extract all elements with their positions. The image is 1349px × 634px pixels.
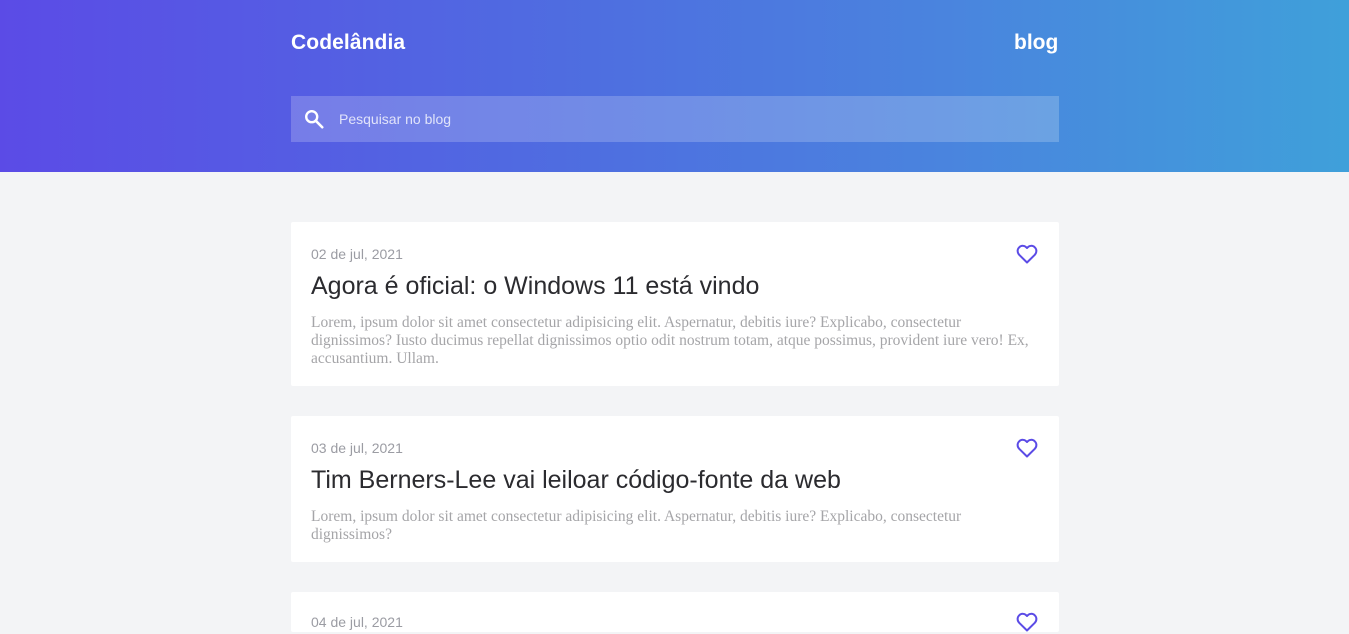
heart-icon[interactable] — [1015, 436, 1039, 460]
post-excerpt: Lorem, ipsum dolor sit amet consectetur … — [311, 508, 962, 543]
heart-icon[interactable] — [1015, 242, 1039, 266]
search-bar[interactable] — [291, 96, 1059, 142]
header-banner: Codelândia blog — [0, 0, 1349, 172]
post-date: 02 de jul, 2021 — [311, 246, 403, 262]
nav-link-blog[interactable]: blog — [1014, 31, 1058, 55]
post-card[interactable]: 02 de jul, 2021 Agora é oficial: o Windo… — [291, 222, 1059, 386]
post-excerpt: Lorem, ipsum dolor sit amet consectetur … — [311, 314, 1029, 367]
post-date: 04 de jul, 2021 — [311, 614, 403, 630]
post-title[interactable]: Tim Berners-Lee vai leiloar código-fonte… — [311, 466, 1011, 495]
post-card[interactable]: 03 de jul, 2021 Tim Berners-Lee vai leil… — [291, 416, 1059, 562]
post-title[interactable]: Agora é oficial: o Windows 11 está vindo — [311, 272, 1011, 301]
post-date: 03 de jul, 2021 — [311, 440, 403, 456]
brand-logo[interactable]: Codelândia — [291, 31, 405, 55]
search-input[interactable] — [339, 96, 1049, 142]
heart-icon[interactable] — [1015, 610, 1039, 634]
search-icon — [305, 110, 324, 129]
post-card[interactable]: 04 de jul, 2021 — [291, 592, 1059, 632]
